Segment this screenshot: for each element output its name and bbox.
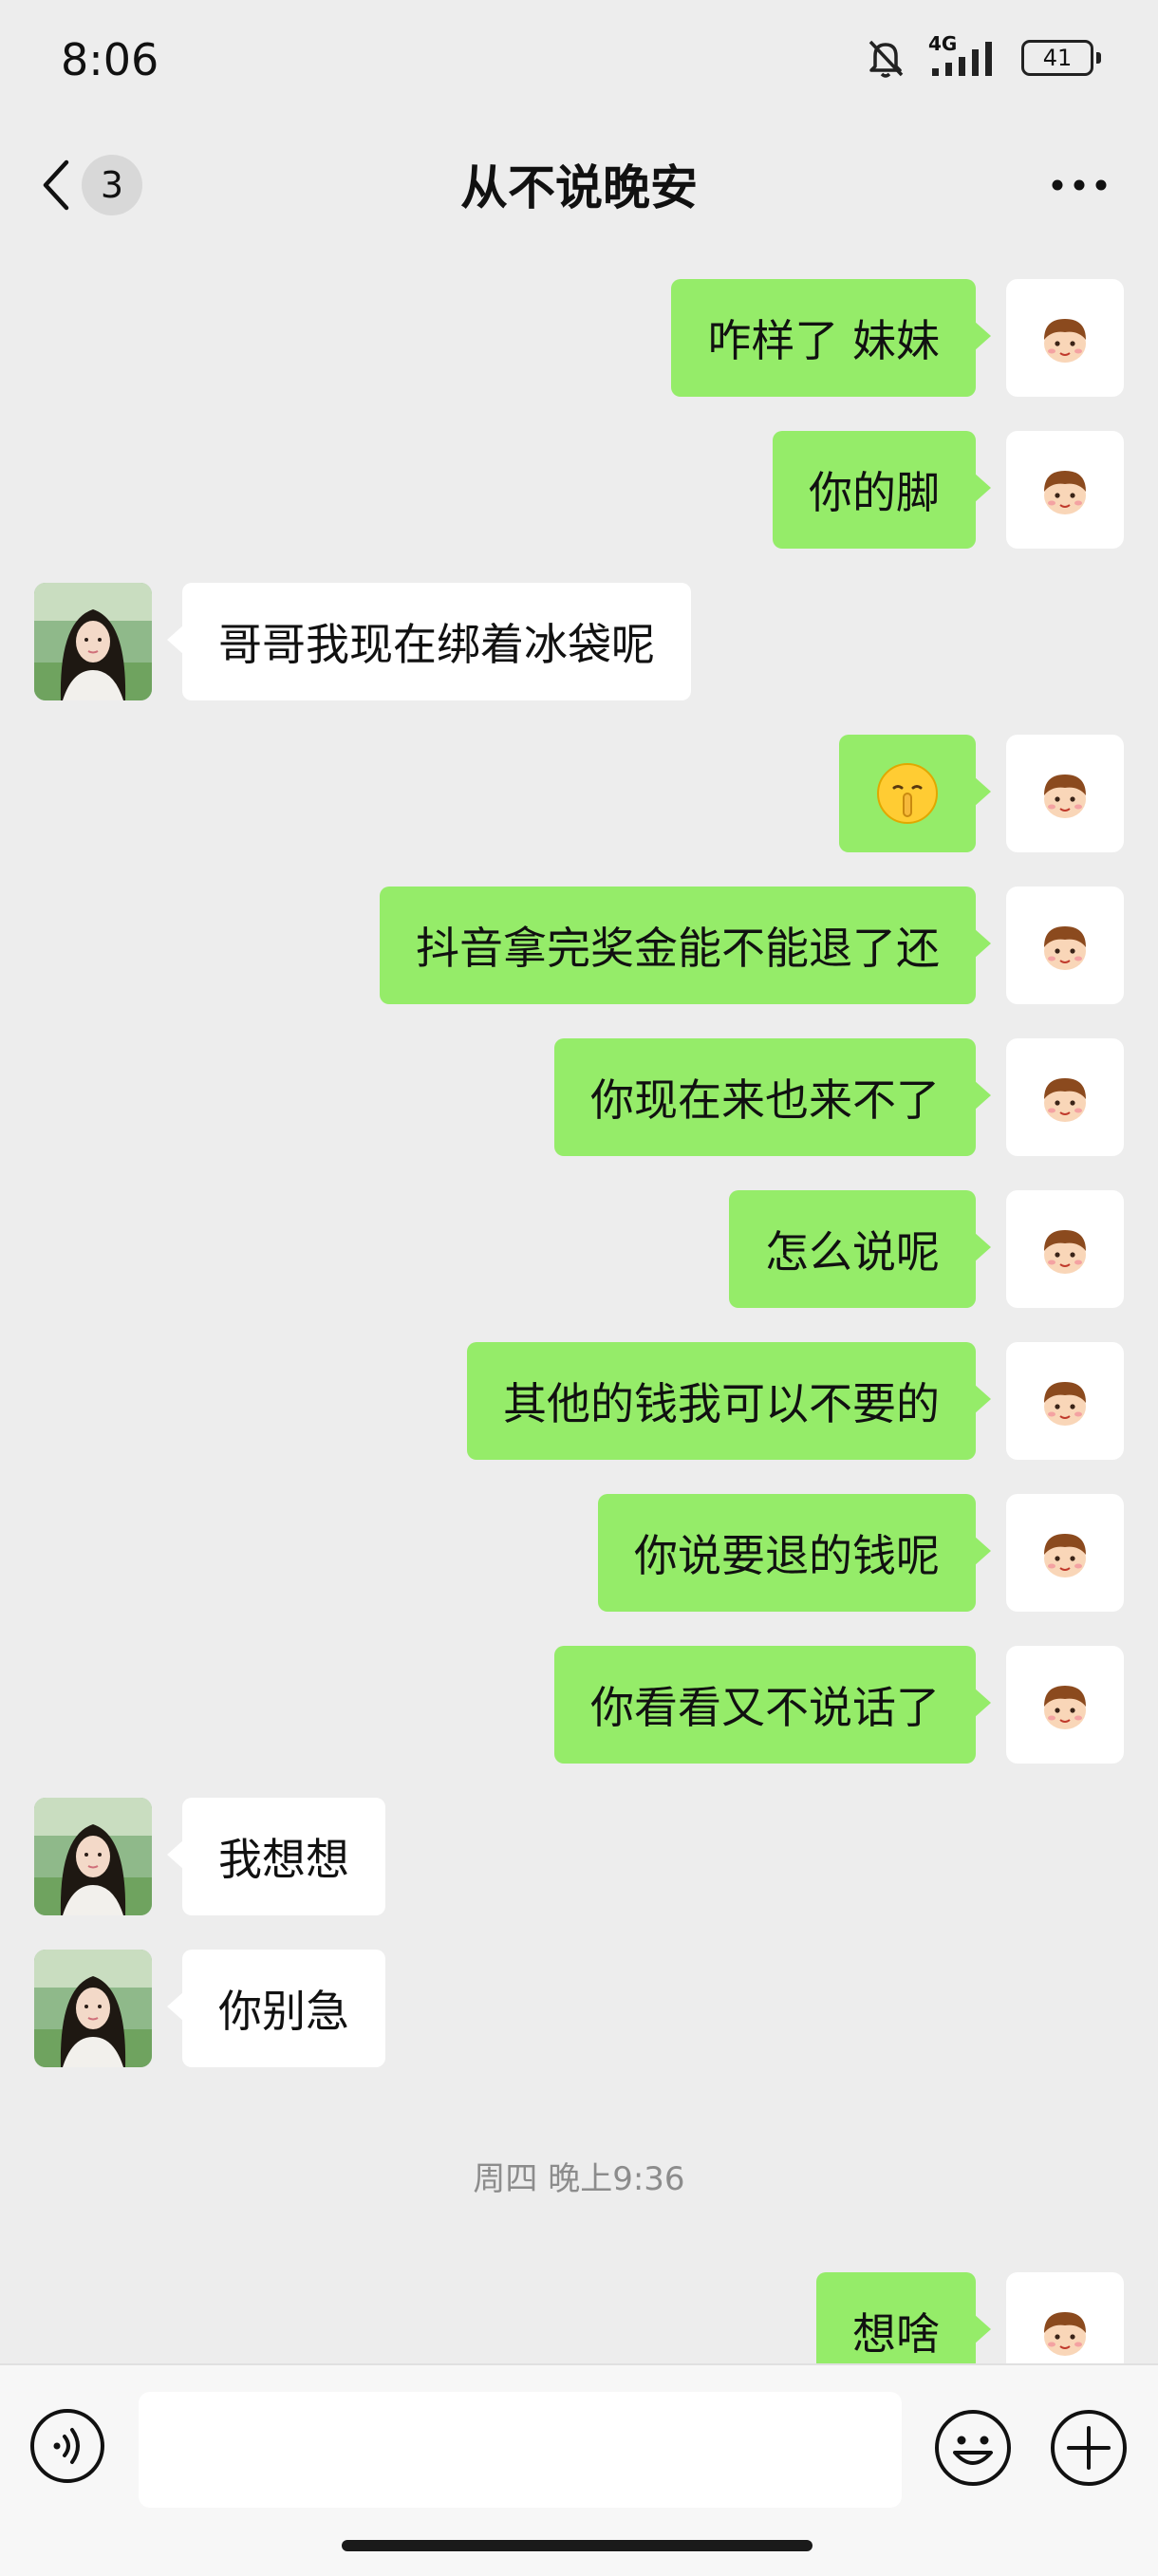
contact-avatar[interactable] xyxy=(34,1950,152,2067)
message-bubble[interactable]: 怎么说呢 xyxy=(729,1190,991,1308)
signal-indicator: 4G xyxy=(928,32,1000,80)
my-avatar[interactable] xyxy=(1006,1342,1124,1460)
shushing-face-emoji xyxy=(877,763,938,824)
message-row: 你现在来也来不了 xyxy=(0,1038,1158,1156)
my-avatar[interactable] xyxy=(1006,1494,1124,1612)
message-list[interactable]: 咋样了 妹妹 你的脚 哥哥我现在绑着冰袋呢 抖音拿完奖金能不能退了还 你现在来也… xyxy=(0,275,1158,2363)
my-avatar[interactable] xyxy=(1006,1646,1124,1764)
my-avatar[interactable] xyxy=(1006,1038,1124,1156)
message-bubble[interactable]: 想啥 xyxy=(816,2272,991,2363)
my-avatar[interactable] xyxy=(1006,735,1124,852)
my-avatar[interactable] xyxy=(1006,279,1124,397)
message-bubble[interactable]: 其他的钱我可以不要的 xyxy=(467,1342,991,1460)
my-avatar[interactable] xyxy=(1006,431,1124,549)
plus-icon[interactable] xyxy=(1048,2407,1130,2489)
more-button[interactable] xyxy=(1046,161,1112,209)
signal-icon xyxy=(932,42,992,76)
message-bubble[interactable]: 你看看又不说话了 xyxy=(554,1646,991,1764)
message-row: 怎么说呢 xyxy=(0,1190,1158,1308)
battery-indicator: 41 xyxy=(1021,40,1101,76)
status-time: 8:06 xyxy=(61,34,159,85)
message-bubble[interactable]: 你现在来也来不了 xyxy=(554,1038,991,1156)
message-row: 你说要退的钱呢 xyxy=(0,1494,1158,1612)
home-indicator[interactable] xyxy=(342,2540,812,2551)
message-input[interactable] xyxy=(139,2392,902,2508)
my-avatar[interactable] xyxy=(1006,2272,1124,2363)
message-bubble[interactable]: 你的脚 xyxy=(773,431,991,549)
message-bubble[interactable]: 抖音拿完奖金能不能退了还 xyxy=(380,887,991,1004)
message-bubble[interactable]: 哥哥我现在绑着冰袋呢 xyxy=(167,583,691,700)
message-bubble[interactable]: 你别急 xyxy=(167,1950,385,2067)
my-avatar[interactable] xyxy=(1006,887,1124,1004)
message-bubble[interactable] xyxy=(839,735,991,852)
message-row: 抖音拿完奖金能不能退了还 xyxy=(0,887,1158,1004)
message-bubble[interactable]: 我想想 xyxy=(167,1798,385,1915)
message-bubble[interactable]: 你说要退的钱呢 xyxy=(598,1494,991,1612)
message-bubble[interactable]: 咋样了 妹妹 xyxy=(671,279,991,397)
message-timestamp: 周四 晚上9:36 xyxy=(473,2160,685,2198)
message-row xyxy=(0,735,1158,852)
voice-input-icon[interactable] xyxy=(28,2407,106,2485)
emoji-icon[interactable] xyxy=(932,2407,1014,2489)
message-row: 你看看又不说话了 xyxy=(0,1646,1158,1764)
status-bar: 8:06 4G 41 xyxy=(0,0,1158,123)
message-row: 你的脚 xyxy=(0,431,1158,549)
message-row: 其他的钱我可以不要的 xyxy=(0,1342,1158,1460)
message-row: 想啥 xyxy=(0,2272,1158,2363)
battery-tip xyxy=(1096,52,1101,64)
contact-avatar[interactable] xyxy=(34,583,152,700)
chat-header: 3 从不说晚安 xyxy=(0,123,1158,247)
message-row: 你别急 xyxy=(0,1950,1158,2067)
contact-avatar[interactable] xyxy=(34,1798,152,1915)
message-row: 哥哥我现在绑着冰袋呢 xyxy=(0,583,1158,700)
chat-title: 从不说晚安 xyxy=(460,160,698,215)
bell-off-icon xyxy=(868,40,904,78)
message-row: 我想想 xyxy=(0,1798,1158,1915)
my-avatar[interactable] xyxy=(1006,1190,1124,1308)
more-dots-icon xyxy=(1052,179,1107,191)
battery-level: 41 xyxy=(1021,40,1093,76)
status-icons: 4G 41 xyxy=(864,32,1101,80)
message-row: 咋样了 妹妹 xyxy=(0,279,1158,397)
